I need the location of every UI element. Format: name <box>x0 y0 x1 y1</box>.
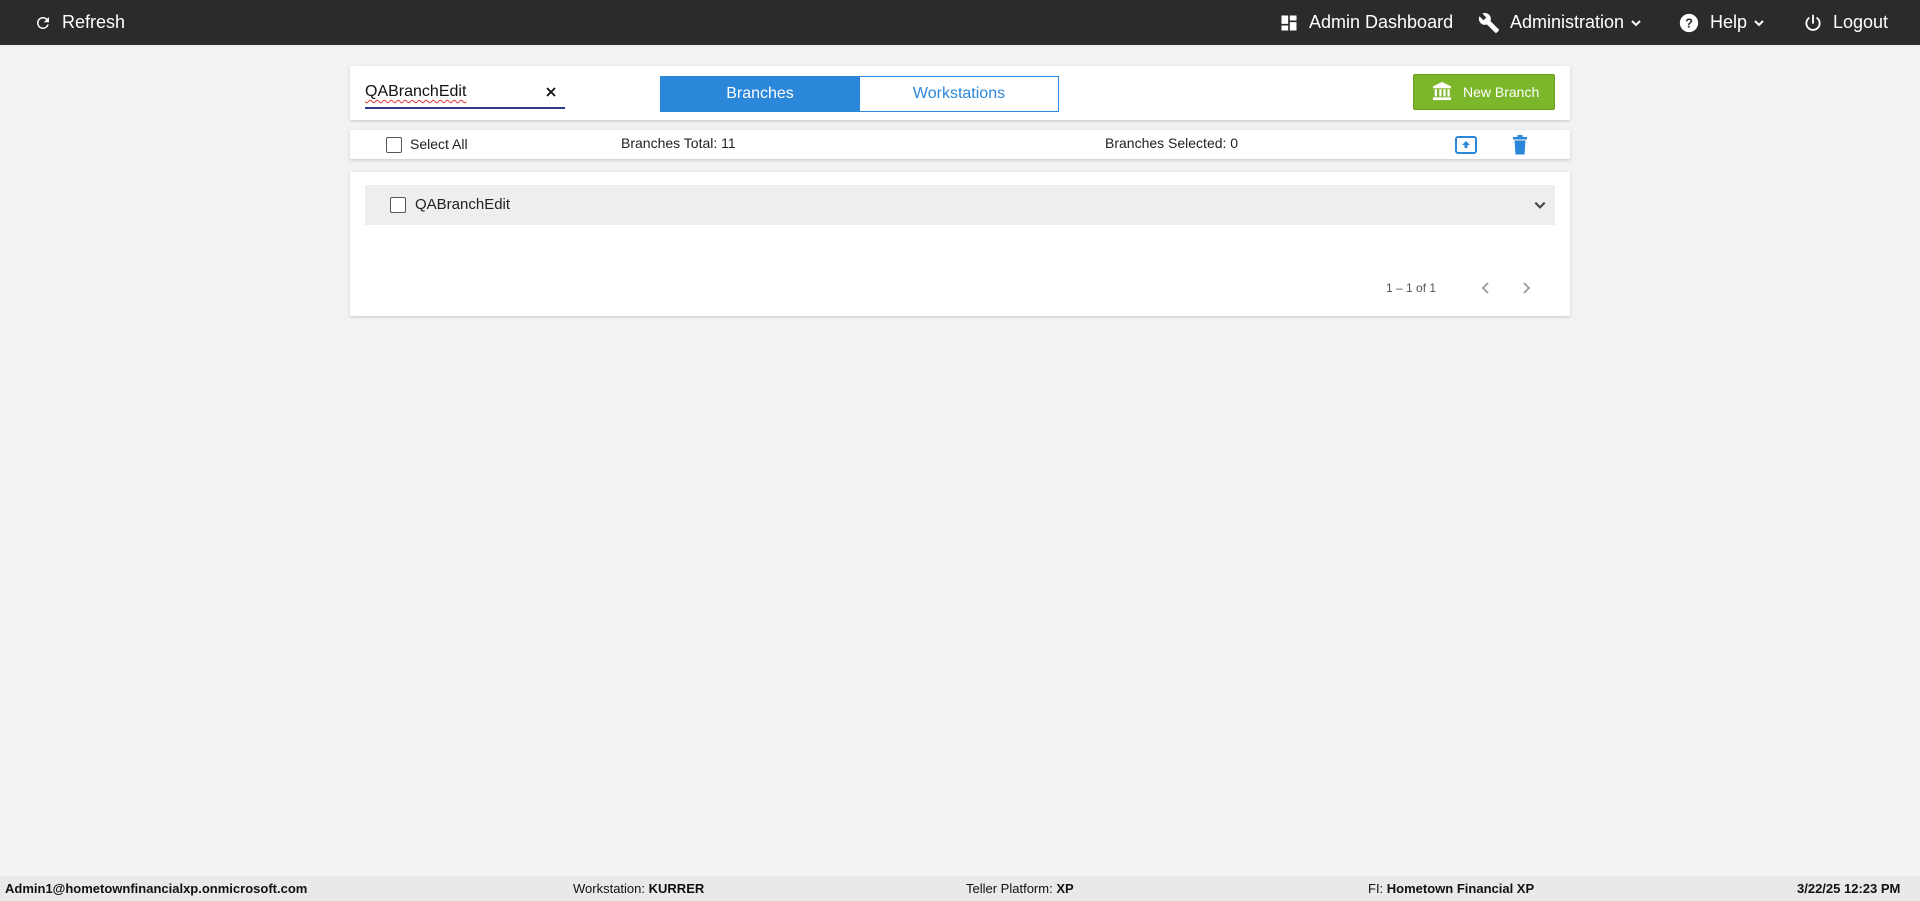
chevron-right-icon <box>1523 282 1531 294</box>
branch-name: QABranchEdit <box>415 196 511 213</box>
fi-status: FI: Hometown Financial XP <box>1368 881 1534 896</box>
refresh-button[interactable]: Refresh <box>34 0 125 45</box>
status-bar: Admin1@hometownfinancialxp.onmicrosoft.c… <box>0 876 1920 901</box>
refresh-icon <box>34 14 52 32</box>
upload-icon <box>1455 136 1477 154</box>
platform-value: XP <box>1056 881 1074 896</box>
bank-icon <box>1414 81 1453 104</box>
list-item[interactable]: QABranchEdit <box>365 185 1555 225</box>
row-checkbox[interactable] <box>390 197 406 213</box>
chevron-left-icon <box>1481 282 1489 294</box>
platform-status: Teller Platform: XP <box>966 881 1074 896</box>
current-user: Admin1@hometownfinancialxp.onmicrosoft.c… <box>5 881 308 896</box>
upload-button[interactable] <box>1454 135 1478 155</box>
next-page-button[interactable] <box>1516 278 1536 298</box>
admin-dashboard-label: Admin Dashboard <box>1309 12 1454 32</box>
logout-button[interactable]: Logout <box>1803 0 1888 45</box>
help-menu[interactable]: ? Help <box>1678 0 1765 45</box>
select-all-label[interactable]: Select All <box>410 136 468 152</box>
platform-label: Teller Platform: <box>966 881 1053 896</box>
selection-summary-bar: Select All Branches Total: 11 Branches S… <box>350 130 1570 159</box>
fi-value: Hometown Financial XP <box>1386 881 1535 896</box>
new-branch-button[interactable]: New Branch <box>1413 74 1555 110</box>
current-datetime: 3/22/25 12:23 PM <box>1797 881 1901 896</box>
new-branch-label: New Branch <box>1463 84 1540 100</box>
workstation-status: Workstation: KURRER <box>573 881 704 896</box>
chevron-down-icon <box>1753 17 1765 29</box>
branches-total: Branches Total: 11 <box>621 135 736 151</box>
branch-toolbar: QABranchEdit Branches Workstations New B… <box>350 66 1570 120</box>
previous-page-button[interactable] <box>1476 278 1496 298</box>
close-icon[interactable] <box>541 82 561 102</box>
power-icon <box>1803 13 1823 33</box>
administration-menu[interactable]: Administration <box>1478 0 1642 45</box>
chevron-down-icon <box>1630 17 1642 29</box>
administration-label: Administration <box>1510 12 1625 32</box>
search-input[interactable]: QABranchEdit <box>365 80 565 109</box>
chevron-down-icon[interactable] <box>1533 198 1547 217</box>
workstation-label: Workstation: <box>573 881 646 896</box>
help-label: Help <box>1710 12 1748 32</box>
fi-label: FI: <box>1368 881 1384 896</box>
tab-branches[interactable]: Branches <box>660 76 860 112</box>
dashboard-icon <box>1279 13 1299 33</box>
tab-workstations[interactable]: Workstations <box>859 76 1059 112</box>
search-value[interactable]: QABranchEdit <box>365 83 466 101</box>
delete-button[interactable] <box>1510 134 1530 156</box>
branches-selected: Branches Selected: 0 <box>1105 135 1239 151</box>
logout-label: Logout <box>1833 12 1889 32</box>
pagination-range: 1 – 1 of 1 <box>1386 281 1437 295</box>
top-navigation-bar: Refresh Admin Dashboard Administration ?… <box>0 0 1920 45</box>
branch-list: QABranchEdit 1 – 1 of 1 <box>350 172 1570 316</box>
refresh-label: Refresh <box>62 12 126 32</box>
admin-dashboard-link[interactable]: Admin Dashboard <box>1279 0 1453 45</box>
select-all-checkbox[interactable] <box>386 137 402 153</box>
svg-text:?: ? <box>1685 15 1693 30</box>
help-icon: ? <box>1678 12 1700 34</box>
wrench-icon <box>1478 12 1500 34</box>
workstation-value: KURRER <box>648 881 705 896</box>
trash-icon <box>1513 135 1527 155</box>
